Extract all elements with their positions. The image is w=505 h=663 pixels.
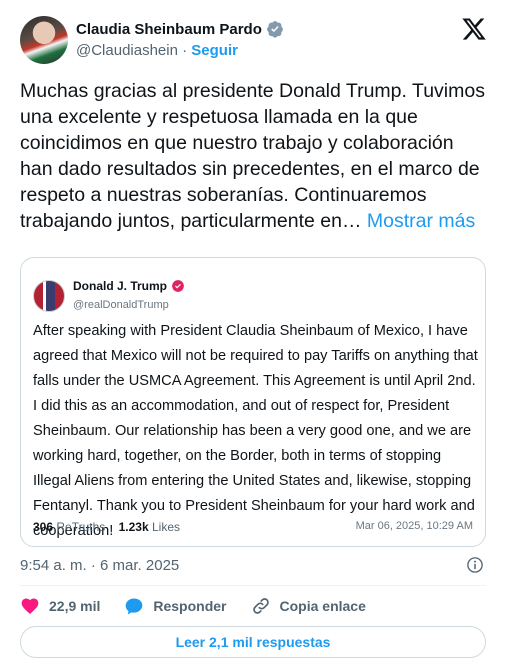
retruths-count: 306 (33, 520, 54, 534)
read-replies-button[interactable]: Leer 2,1 mil respuestas (20, 626, 486, 658)
quoted-post-stats: 306 ReTruths 1.23k Likes (33, 520, 180, 534)
quoted-author-avatar (33, 280, 65, 312)
post-timestamp[interactable]: 9:54 a. m. · 6 mar. 2025 (20, 557, 179, 574)
copy-link-label: Copia enlace (279, 598, 366, 614)
reply-label: Responder (153, 598, 227, 614)
info-icon[interactable] (466, 556, 484, 574)
reply-icon (126, 598, 143, 615)
copy-link-button[interactable]: Copia enlace (251, 596, 366, 616)
like-button[interactable]: 22,9 mil (20, 596, 100, 616)
verified-badge-icon (172, 280, 184, 292)
quoted-post-text: After speaking with President Claudia Sh… (33, 323, 478, 539)
show-more-link[interactable]: Mostrar más (367, 210, 475, 232)
author-name-row: Claudia Sheinbaum Pardo (76, 20, 284, 38)
quoted-likes-label: Likes (152, 520, 181, 534)
divider (20, 585, 486, 586)
likes-count: 22,9 mil (49, 598, 101, 614)
retruths-label: ReTruths (56, 520, 106, 534)
author-handle-row: @Claudiashein · Seguir (76, 42, 238, 59)
handle-separator: · (182, 42, 188, 59)
verified-badge-icon (267, 21, 283, 38)
quoted-author-name: Donald J. Trump (73, 279, 168, 293)
tweet-embed-card: Claudia Sheinbaum Pardo @Claudiashein · … (0, 0, 505, 663)
heart-icon (21, 598, 39, 614)
author-name[interactable]: Claudia Sheinbaum Pardo (76, 21, 262, 38)
action-bar: 22,9 mil Responder Copia enlace (20, 596, 390, 616)
link-icon (252, 598, 269, 614)
quoted-post[interactable]: Donald J. Trump @realDonaldTrump After s… (20, 257, 486, 547)
x-logo-icon[interactable] (461, 16, 487, 42)
author-avatar[interactable] (20, 16, 68, 64)
quoted-post-date: Mar 06, 2025, 10:29 AM (355, 520, 473, 532)
follow-button[interactable]: Seguir (191, 42, 238, 59)
reply-button[interactable]: Responder (124, 596, 227, 616)
tweet-text: Muchas gracias al presidente Donald Trum… (20, 78, 490, 234)
author-handle[interactable]: @Claudiashein (76, 42, 178, 59)
quoted-author-handle: @realDonaldTrump (73, 299, 169, 311)
quoted-author-name-row: Donald J. Trump (73, 279, 185, 293)
quoted-likes-count: 1.23k (118, 520, 149, 534)
